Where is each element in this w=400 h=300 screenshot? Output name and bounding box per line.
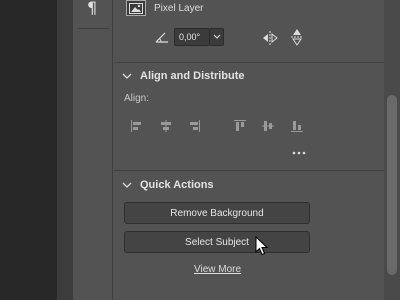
align-top-edges-icon[interactable] xyxy=(233,119,247,133)
flip-horizontal-icon[interactable] xyxy=(262,30,278,46)
panel-scrollbar[interactable] xyxy=(384,0,400,300)
layer-kind-label: Pixel Layer xyxy=(154,2,204,14)
select-subject-button[interactable]: Select Subject xyxy=(124,231,310,253)
layer-kind-row: Pixel Layer xyxy=(126,0,203,16)
properties-panel: Pixel Layer 0,00° Align and Distribute A… xyxy=(114,0,384,300)
panel-icon-strip: ¶ xyxy=(73,0,113,300)
strip-divider xyxy=(77,28,109,29)
align-label: Align: xyxy=(124,93,150,104)
chevron-down-icon xyxy=(213,34,220,39)
angle-icon xyxy=(155,32,168,43)
paragraph-icon[interactable]: ¶ xyxy=(87,0,101,16)
more-options-icon[interactable] xyxy=(292,150,306,156)
rotation-angle-input[interactable]: 0,00° xyxy=(174,28,210,46)
mouse-cursor-icon xyxy=(255,236,269,256)
align-left-edges-icon[interactable] xyxy=(130,119,144,133)
align-bottom-edges-icon[interactable] xyxy=(290,119,304,133)
flip-vertical-icon[interactable] xyxy=(290,28,304,46)
align-horizontal-centers-icon[interactable] xyxy=(159,119,173,133)
section-divider xyxy=(114,62,384,63)
rotation-row: 0,00° xyxy=(154,28,224,46)
remove-background-button[interactable]: Remove Background xyxy=(124,202,310,224)
quick-actions-header[interactable]: Quick Actions xyxy=(122,179,214,191)
align-distribute-title: Align and Distribute xyxy=(140,70,245,82)
quick-actions-title: Quick Actions xyxy=(140,179,214,191)
canvas-area xyxy=(0,0,57,300)
chevron-down-icon xyxy=(122,182,132,188)
section-divider xyxy=(114,170,384,171)
align-distribute-header[interactable]: Align and Distribute xyxy=(122,70,245,82)
view-more-link[interactable]: View More xyxy=(194,264,241,275)
rotation-angle-dropdown[interactable] xyxy=(210,28,224,46)
chevron-down-icon xyxy=(122,73,132,79)
scrollbar-thumb[interactable] xyxy=(387,95,397,275)
align-right-edges-icon[interactable] xyxy=(187,119,201,133)
panel-gutter xyxy=(57,0,73,300)
pixel-layer-icon xyxy=(126,0,146,16)
align-vertical-centers-icon[interactable] xyxy=(261,119,275,133)
